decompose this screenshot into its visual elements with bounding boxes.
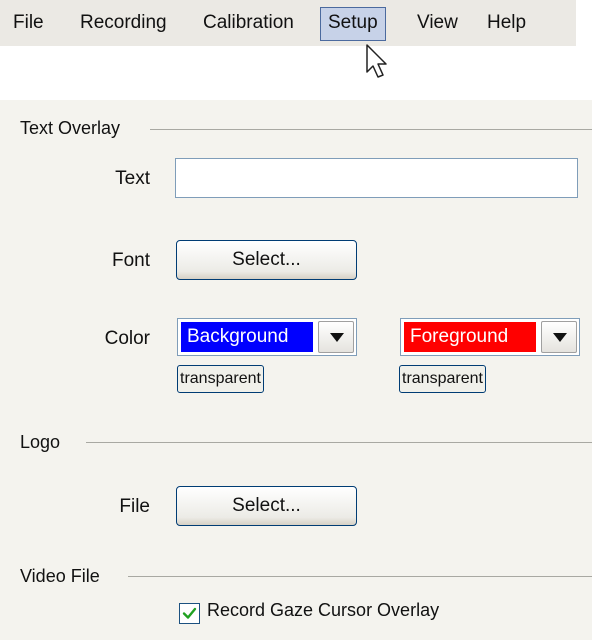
foreground-color-swatch: Foreground [404,322,536,352]
record-gaze-cursor-checkbox[interactable] [179,603,200,624]
checkmark-icon [182,607,197,619]
background-color-swatch: Background [181,322,313,352]
menu-setup[interactable]: Setup [320,7,386,41]
triangle-down-icon [553,333,567,342]
text-overlay-group-title: Text Overlay [20,118,121,138]
foreground-dropdown-button[interactable] [541,321,577,353]
background-dropdown-button[interactable] [318,321,354,353]
overlay-text-input[interactable] [175,158,578,198]
menu-recording[interactable]: Recording [73,7,174,39]
triangle-down-icon [330,333,344,342]
menu-calibration[interactable]: Calibration [196,7,301,39]
menu-file[interactable]: File [6,7,51,39]
menu-view[interactable]: View [410,7,465,39]
background-transparent-button[interactable]: transparent [177,365,264,393]
text-label: Text [115,168,150,189]
logo-file-select-button[interactable]: Select... [176,486,357,526]
record-gaze-cursor-label[interactable]: Record Gaze Cursor Overlay [207,600,439,621]
video-file-group-title: Video File [20,566,100,586]
logo-group-title: Logo [20,432,61,452]
menu-help[interactable]: Help [480,7,533,39]
video-file-divider [128,576,592,577]
font-label: Font [111,250,150,271]
background-color-dropdown[interactable]: Background [177,318,357,356]
foreground-transparent-button[interactable]: transparent [399,365,486,393]
logo-file-label: File [119,496,150,517]
font-select-button[interactable]: Select... [176,240,357,280]
menu-bar: File Recording Calibration Setup View He… [0,0,576,46]
foreground-color-dropdown[interactable]: Foreground [400,318,580,356]
color-label: Color [104,328,150,349]
mouse-cursor-icon [364,42,390,85]
logo-divider [86,442,592,443]
text-overlay-divider [150,129,592,130]
